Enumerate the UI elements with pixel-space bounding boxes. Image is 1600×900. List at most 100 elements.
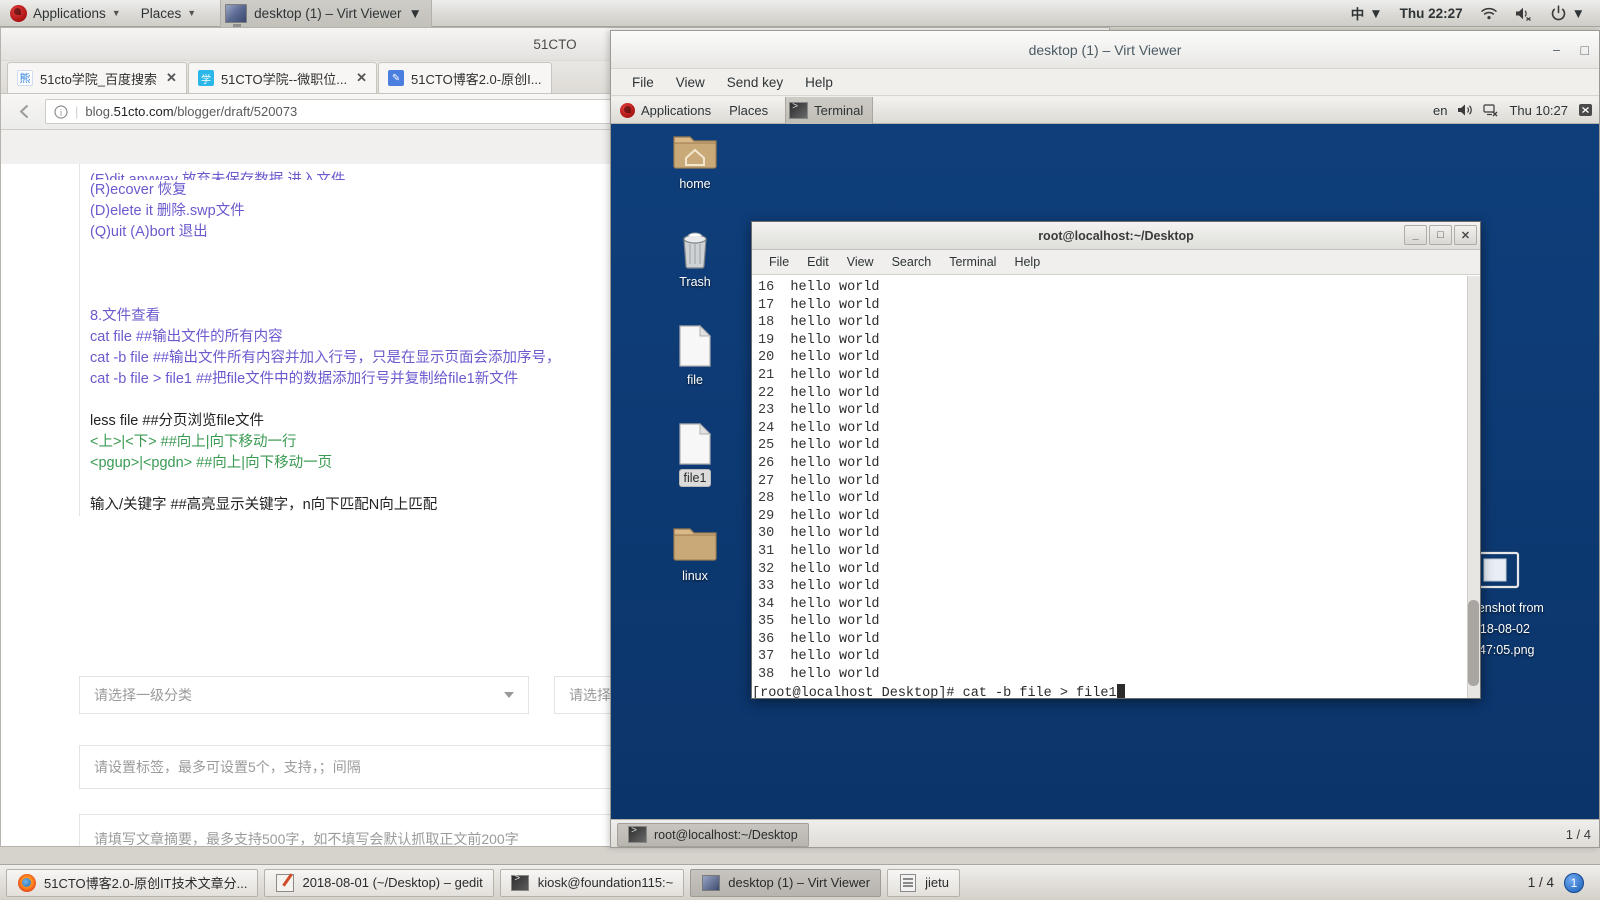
terminal-minimize-button[interactable]: _ <box>1404 225 1427 245</box>
window-task-virt-viewer[interactable]: desktop (1) – Virt Viewer ▼ <box>220 0 432 27</box>
terminal-line: 20 hello world <box>758 350 880 366</box>
desktop-icon-home[interactable]: home <box>659 127 731 192</box>
desktop-icon-file1-label: file1 <box>679 470 711 486</box>
terminal-maximize-button[interactable]: □ <box>1429 225 1452 245</box>
terminal-menu-edit[interactable]: Edit <box>798 250 838 275</box>
chevron-down-icon: ▼ <box>1571 5 1585 21</box>
wifi-icon[interactable] <box>1473 0 1505 27</box>
workspace-badge[interactable]: 1 <box>1564 872 1584 893</box>
volume-muted-icon[interactable] <box>1508 0 1540 27</box>
guest-workspace-indicator[interactable]: 1 / 4 <box>1566 827 1599 842</box>
chevron-down-icon: ▼ <box>408 5 422 21</box>
power-icon[interactable]: ▼ <box>1543 0 1592 27</box>
tags-placeholder: 请设置标签，最多可设置5个，支持，；间隔 <box>94 759 361 775</box>
taskbar-item-jietu[interactable]: jietu <box>887 868 960 897</box>
category-level1-select[interactable]: 请选择一级分类 <box>79 676 529 714</box>
terminal-line: 21 hello world <box>758 367 880 383</box>
terminal-line: 23 hello world <box>758 403 880 419</box>
places-menu[interactable]: Places ▼ <box>131 0 206 27</box>
terminal-menubar: File Edit View Search Terminal Help <box>752 250 1480 275</box>
desktop-icon-file1[interactable]: file1 <box>659 421 731 486</box>
terminal-line: 18 hello world <box>758 315 880 331</box>
browser-tab-2-label: 51CTO学院--微职位... <box>220 71 348 87</box>
baidu-favicon: 熊 <box>17 70 33 86</box>
firefox-window-title: 51CTO <box>533 36 577 52</box>
page-info-icon: i <box>54 104 68 119</box>
virt-viewer-window-controls: − □ <box>1552 31 1589 69</box>
guest-applications-menu[interactable]: Applications <box>611 97 720 124</box>
keyboard-indicator-icon[interactable] <box>1578 103 1593 117</box>
guest-places-label: Places <box>729 102 769 118</box>
input-method-indicator[interactable]: 中 ▼ <box>1344 0 1390 27</box>
menu-file[interactable]: File <box>621 69 665 96</box>
terminal-menu-search[interactable]: Search <box>883 250 941 275</box>
folder-icon <box>659 519 731 565</box>
terminal-menu-view[interactable]: View <box>838 250 883 275</box>
desktop-icon-file[interactable]: file <box>659 323 731 388</box>
terminal-close-button[interactable]: ✕ <box>1454 225 1477 245</box>
guest-bottom-taskbar: root@localhost:~/Desktop 1 / 4 <box>611 819 1599 847</box>
terminal-menu-file[interactable]: File <box>760 250 798 275</box>
taskbar-item-virt-viewer-label: desktop (1) – Virt Viewer <box>728 875 871 890</box>
virt-viewer-icon <box>225 3 248 27</box>
clock[interactable]: Thu 22:27 <box>1393 0 1470 27</box>
terminal-line: 25 hello world <box>758 438 880 454</box>
guest-task-terminal[interactable]: root@localhost:~/Desktop <box>617 822 809 847</box>
terminal-line: 26 hello world <box>758 455 880 471</box>
terminal-icon <box>628 826 647 843</box>
guest-taskbar-terminal[interactable]: Terminal <box>785 97 874 124</box>
taskbar-item-jietu-label: jietu <box>925 875 949 890</box>
host-system-tray: 中 ▼ Thu 22:27 ▼ <box>1344 0 1600 27</box>
desktop-icon-trash[interactable]: Trash <box>659 225 731 290</box>
browser-tab-2[interactable]: 学 51CTO学院--微职位... ✕ <box>187 62 378 93</box>
svg-text:i: i <box>60 107 63 117</box>
browser-tab-3[interactable]: ✎ 51CTO博客2.0-原创I... <box>378 62 552 93</box>
browser-tab-2-close-icon[interactable]: ✕ <box>356 70 367 86</box>
taskbar-item-gedit-label: 2018-08-01 (~/Desktop) – gedit <box>302 875 483 890</box>
menu-view[interactable]: View <box>665 69 716 96</box>
desktop-icon-linux[interactable]: linux <box>659 519 731 584</box>
applications-menu[interactable]: Applications ▼ <box>0 0 131 27</box>
guest-places-menu[interactable]: Places <box>720 97 777 124</box>
taskbar-item-firefox[interactable]: 51CTO博客2.0-原创IT技术文章分... <box>6 868 259 897</box>
terminal-icon <box>789 101 809 119</box>
terminal-scrollbar[interactable] <box>1467 276 1480 698</box>
terminal-line: 30 hello world <box>758 526 880 542</box>
terminal-line: 24 hello world <box>758 420 880 436</box>
guest-clock[interactable]: Thu 10:27 <box>1509 103 1568 118</box>
gnome-terminal-window: root@localhost:~/Desktop _ □ ✕ File Edit… <box>751 221 1481 699</box>
jietu-icon <box>898 873 917 892</box>
terminal-menu-terminal[interactable]: Terminal <box>940 250 1005 275</box>
workspace-label: 1 / 4 <box>1527 875 1554 890</box>
fedora-logo-icon <box>10 4 27 22</box>
virt-viewer-titlebar: desktop (1) – Virt Viewer − □ <box>611 31 1599 69</box>
minimize-button[interactable]: − <box>1552 42 1560 58</box>
menu-help[interactable]: Help <box>794 69 844 96</box>
guest-input-lang[interactable]: en <box>1433 103 1447 118</box>
text-file-icon <box>659 323 731 369</box>
home-folder-icon <box>659 127 731 173</box>
terminal-line: 35 hello world <box>758 614 880 630</box>
taskbar-item-terminal[interactable]: kiosk@foundation115:~ <box>499 868 685 897</box>
browser-tab-1-close-icon[interactable]: ✕ <box>166 70 177 86</box>
browser-tab-3-label: 51CTO博客2.0-原创I... <box>411 71 542 87</box>
menu-send-key[interactable]: Send key <box>716 69 794 96</box>
terminal-line: 37 hello world <box>758 649 880 665</box>
volume-icon[interactable] <box>1457 103 1473 117</box>
browser-tab-1[interactable]: 熊 51cto学院_百度搜索 ✕ <box>7 62 187 93</box>
network-disconnected-icon[interactable] <box>1483 103 1499 117</box>
input-method-label: 中 <box>1350 7 1365 22</box>
terminal-window-controls: _ □ ✕ <box>1404 225 1477 245</box>
51cto-favicon: 学 <box>197 70 214 86</box>
terminal-output[interactable]: 16 hello world 17 hello world 18 hello w… <box>752 276 1480 698</box>
maximize-button[interactable]: □ <box>1581 42 1589 58</box>
taskbar-item-virt-viewer[interactable]: desktop (1) – Virt Viewer <box>690 868 882 897</box>
taskbar-item-firefox-label: 51CTO博客2.0-原创IT技术文章分... <box>44 876 248 891</box>
terminal-line: 31 hello world <box>758 543 880 559</box>
back-arrow-icon[interactable] <box>11 99 37 125</box>
terminal-menu-help[interactable]: Help <box>1005 250 1049 275</box>
terminal-line: 32 hello world <box>758 561 880 577</box>
terminal-scrollbar-thumb[interactable] <box>1468 600 1479 686</box>
taskbar-item-gedit[interactable]: 2018-08-01 (~/Desktop) – gedit <box>264 868 494 897</box>
taskbar-right: 1 / 4 1 <box>1527 872 1594 893</box>
